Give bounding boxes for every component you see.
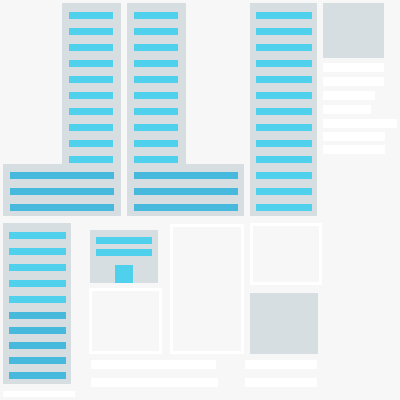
stripe-bar	[256, 76, 312, 83]
stripe-bar	[9, 296, 66, 303]
stripe-bar	[69, 28, 113, 35]
outline-box-right	[250, 223, 322, 285]
stripe-bar	[256, 108, 312, 115]
cyan-square-icon	[115, 265, 133, 283]
stripe-bar	[134, 140, 178, 147]
stripe-bar	[134, 12, 178, 19]
stripe-bar	[256, 44, 312, 51]
gray-thumbnail-bottom	[250, 293, 318, 354]
stripe-bar	[96, 237, 152, 244]
stripe-bar	[134, 124, 178, 131]
placeholder-line	[3, 391, 75, 397]
outline-box-tall	[170, 224, 244, 354]
stripe-bar	[256, 204, 312, 211]
stripe-bar	[134, 60, 178, 67]
gray-thumbnail-top	[323, 3, 384, 58]
stripe-bar	[256, 140, 312, 147]
placeholder-line	[323, 132, 385, 141]
stripe-bar	[69, 124, 113, 131]
stripe-bar	[69, 76, 113, 83]
stripe-bar	[69, 140, 113, 147]
placeholder-line	[323, 77, 384, 86]
placeholder-line	[323, 63, 384, 72]
stripe-bar	[69, 108, 113, 115]
stripe-bar	[9, 232, 66, 239]
stripe-bar	[9, 342, 66, 349]
placeholder-line	[323, 105, 371, 114]
stripe-bar	[134, 28, 178, 35]
stripe-bar	[256, 28, 312, 35]
stripe-bar	[9, 312, 66, 319]
stripe-bar	[69, 60, 113, 67]
stripe-bar	[9, 248, 66, 255]
stripe-bar	[9, 280, 66, 287]
stripe-bar	[10, 188, 114, 195]
stripe-bar	[69, 44, 113, 51]
stripe-bar	[9, 357, 66, 364]
placeholder-line	[91, 360, 216, 369]
placeholder-line	[323, 119, 397, 128]
placeholder-line	[323, 145, 385, 154]
stripe-bar	[256, 172, 312, 179]
stripe-bar	[256, 60, 312, 67]
stripe-bar	[256, 124, 312, 131]
stripe-bar	[10, 204, 114, 211]
stripe-bar	[134, 44, 178, 51]
placeholder-line	[323, 91, 375, 100]
placeholder-line	[245, 378, 317, 387]
stripe-bar	[134, 92, 178, 99]
stripe-bar	[134, 188, 238, 195]
stripe-bar	[134, 108, 178, 115]
stripe-bar	[9, 264, 66, 271]
stripe-bar	[134, 76, 178, 83]
placeholder-line	[245, 360, 317, 369]
stripe-bar	[134, 156, 178, 163]
stripe-bar	[69, 12, 113, 19]
stripe-bar	[69, 92, 113, 99]
stripe-bar	[9, 372, 66, 379]
stripe-bar	[256, 156, 312, 163]
stripe-bar	[256, 12, 312, 19]
outline-box-bottom-left	[89, 288, 162, 354]
stripe-bar	[10, 172, 114, 179]
placeholder-line	[91, 378, 218, 387]
stripe-bar	[134, 172, 238, 179]
stripe-bar	[256, 188, 312, 195]
stripe-bar	[69, 156, 113, 163]
stripe-bar	[9, 327, 66, 334]
stripe-bar	[256, 92, 312, 99]
stripe-bar	[134, 204, 238, 211]
stripe-bar	[96, 249, 152, 256]
